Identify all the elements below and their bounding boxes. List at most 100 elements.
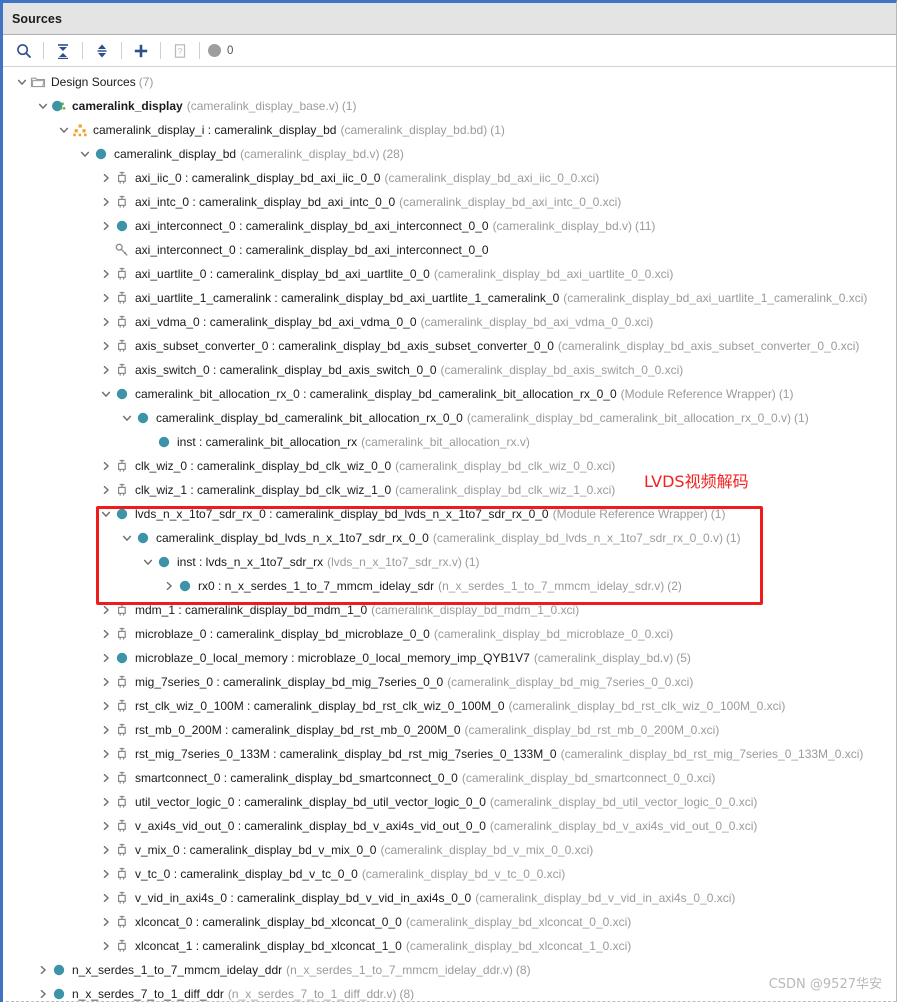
tree-row[interactable]: lvds_n_x_1to7_sdr_rx_0 : cameralink_disp…	[3, 502, 896, 526]
tree-row[interactable]: v_mix_0 : cameralink_display_bd_v_mix_0_…	[3, 838, 896, 862]
tree-row[interactable]: cameralink_display_bd_cameralink_bit_all…	[3, 406, 896, 430]
chevron-right-icon[interactable]	[36, 987, 50, 1001]
chevron-right-icon[interactable]	[99, 771, 113, 785]
chevron-right-icon[interactable]	[99, 267, 113, 281]
tree-row-source: (cameralink_display_bd_v_tc_0_0.xci)	[361, 867, 566, 881]
chevron-down-icon[interactable]	[99, 507, 113, 521]
tree-row[interactable]: axi_iic_0 : cameralink_display_bd_axi_ii…	[3, 166, 896, 190]
ip-core-icon	[113, 362, 131, 378]
search-icon[interactable]	[9, 38, 39, 64]
chevron-down-icon[interactable]	[15, 75, 29, 89]
chevron-right-icon[interactable]	[99, 651, 113, 665]
tree-row[interactable]: axi_vdma_0 : cameralink_display_bd_axi_v…	[3, 310, 896, 334]
chevron-right-icon[interactable]	[36, 963, 50, 977]
chevron-right-icon[interactable]	[99, 795, 113, 809]
tree-row[interactable]: rst_mb_0_200M : cameralink_display_bd_rs…	[3, 718, 896, 742]
tree-row[interactable]: n_x_serdes_7_to_1_diff_ddr (n_x_serdes_7_…	[3, 982, 896, 1002]
chevron-right-icon[interactable]	[99, 291, 113, 305]
tree-row[interactable]: axi_interconnect_0 : cameralink_display_…	[3, 238, 896, 262]
tree-row[interactable]: axis_subset_converter_0 : cameralink_dis…	[3, 334, 896, 358]
chevron-right-icon[interactable]	[99, 603, 113, 617]
chevron-down-icon[interactable]	[78, 147, 92, 161]
tree-row[interactable]: microblaze_0_local_memory : microblaze_0…	[3, 646, 896, 670]
tree-row-source: (cameralink_display_bd_v_axi4s_vid_out_0…	[489, 819, 758, 833]
tree-row[interactable]: v_vid_in_axi4s_0 : cameralink_display_bd…	[3, 886, 896, 910]
chevron-right-icon[interactable]	[99, 843, 113, 857]
ip-core-icon	[113, 458, 131, 474]
tree-row[interactable]: mig_7series_0 : cameralink_display_bd_mi…	[3, 670, 896, 694]
tree-row[interactable]: n_x_serdes_1_to_7_mmcm_idelay_ddr (n_x_se…	[3, 958, 896, 982]
tree-row[interactable]: Design Sources (7)	[3, 70, 896, 94]
chevron-right-icon[interactable]	[162, 579, 176, 593]
sources-tree[interactable]: Design Sources (7) cameralink_display (came…	[3, 67, 896, 1002]
tree-row[interactable]: mdm_1 : cameralink_display_bd_mdm_1_0 (ca…	[3, 598, 896, 622]
tree-row[interactable]: cameralink_display_bd_lvds_n_x_1to7_sdr_…	[3, 526, 896, 550]
tree-row[interactable]: v_axi4s_vid_out_0 : cameralink_display_b…	[3, 814, 896, 838]
chevron-right-icon[interactable]	[99, 363, 113, 377]
tree-row[interactable]: cameralink_display (cameralink_display_ba…	[3, 94, 896, 118]
ip-core-icon	[113, 266, 131, 282]
ip-core-icon	[113, 938, 131, 954]
tree-row[interactable]: rx0 : n_x_serdes_1_to_7_mmcm_idelay_sdr(…	[3, 574, 896, 598]
tree-row[interactable]: rst_clk_wiz_0_100M : cameralink_display_…	[3, 694, 896, 718]
chevron-down-icon[interactable]	[57, 123, 71, 137]
tree-row-source: (cameralink_display_bd_xlconcat_0_0.xci)	[405, 915, 632, 929]
tree-row[interactable]: axi_intc_0 : cameralink_display_bd_axi_i…	[3, 190, 896, 214]
tree-row[interactable]: axi_uartlite_0 : cameralink_display_bd_a…	[3, 262, 896, 286]
tree-row[interactable]: clk_wiz_1 : cameralink_display_bd_clk_wi…	[3, 478, 896, 502]
tree-row[interactable]: axi_interconnect_0 : cameralink_display_…	[3, 214, 896, 238]
tree-row[interactable]: axi_uartlite_1_cameralink : cameralink_d…	[3, 286, 896, 310]
chevron-right-icon[interactable]	[99, 171, 113, 185]
chevron-right-icon[interactable]	[99, 819, 113, 833]
ip-core-icon	[113, 314, 131, 330]
add-sources-icon[interactable]	[126, 38, 156, 64]
chevron-right-icon[interactable]	[99, 723, 113, 737]
chevron-down-icon[interactable]	[141, 555, 155, 569]
chevron-right-icon[interactable]	[99, 939, 113, 953]
tree-row-source: (cameralink_display_bd_xlconcat_1_0.xci)	[405, 939, 632, 953]
tree-row[interactable]: rst_mig_7series_0_133M : cameralink_disp…	[3, 742, 896, 766]
tree-row[interactable]: clk_wiz_0 : cameralink_display_bd_clk_wi…	[3, 454, 896, 478]
chevron-right-icon[interactable]	[99, 699, 113, 713]
chevron-right-icon[interactable]	[99, 339, 113, 353]
chevron-right-icon[interactable]	[99, 627, 113, 641]
toolbar-separator	[121, 42, 122, 59]
tree-row[interactable]: axis_switch_0 : cameralink_display_bd_ax…	[3, 358, 896, 382]
chevron-right-icon[interactable]	[99, 867, 113, 881]
chevron-right-icon[interactable]	[99, 459, 113, 473]
tree-row[interactable]: smartconnect_0 : cameralink_display_bd_s…	[3, 766, 896, 790]
tree-row[interactable]: microblaze_0 : cameralink_display_bd_mic…	[3, 622, 896, 646]
tree-row[interactable]: cameralink_bit_allocation_rx_0 : cameral…	[3, 382, 896, 406]
tree-row-source: (cameralink_display_bd_mdm_1_0.xci)	[371, 603, 580, 617]
chevron-down-icon[interactable]	[120, 531, 134, 545]
tree-row-label: n_x_serdes_7_to_1_diff_ddr	[72, 987, 224, 1001]
tree-row-label: rst_mb_0_200M : cameralink_display_bd_rs…	[135, 723, 461, 737]
chevron-right-icon[interactable]	[99, 195, 113, 209]
chevron-down-icon[interactable]	[36, 99, 50, 113]
chevron-right-icon[interactable]	[99, 915, 113, 929]
chevron-right-icon[interactable]	[99, 891, 113, 905]
collapse-all-icon[interactable]	[48, 38, 78, 64]
tree-row[interactable]: util_vector_logic_0 : cameralink_display…	[3, 790, 896, 814]
tree-row[interactable]: xlconcat_0 : cameralink_display_bd_xlcon…	[3, 910, 896, 934]
chevron-right-icon[interactable]	[99, 675, 113, 689]
tree-row[interactable]: v_tc_0 : cameralink_display_bd_v_tc_0_0(…	[3, 862, 896, 886]
tree-row[interactable]: cameralink_display_bd (cameralink_display…	[3, 142, 896, 166]
chevron-right-icon[interactable]	[99, 315, 113, 329]
tree-row-label: clk_wiz_0 : cameralink_display_bd_clk_wi…	[135, 459, 392, 473]
tree-row-label: rx0 : n_x_serdes_1_to_7_mmcm_idelay_sdr	[198, 579, 435, 593]
module-icon	[113, 218, 131, 234]
chevron-right-icon[interactable]	[99, 483, 113, 497]
tree-row[interactable]: xlconcat_1 : cameralink_display_bd_xlcon…	[3, 934, 896, 958]
tree-row[interactable]: inst : lvds_n_x_1to7_sdr_rx (lvds_n_x_1to…	[3, 550, 896, 574]
chevron-right-icon[interactable]	[99, 219, 113, 233]
chevron-down-icon[interactable]	[99, 387, 113, 401]
tree-row-label: xlconcat_0 : cameralink_display_bd_xlcon…	[135, 915, 402, 929]
tree-row[interactable]: inst : cameralink_bit_allocation_rx (came…	[3, 430, 896, 454]
tree-row-count: (8)	[399, 987, 415, 1001]
expand-all-icon[interactable]	[87, 38, 117, 64]
tree-row-count: (8)	[515, 963, 531, 977]
chevron-right-icon[interactable]	[99, 747, 113, 761]
tree-row[interactable]: cameralink_display_i : cameralink_displa…	[3, 118, 896, 142]
chevron-down-icon[interactable]	[120, 411, 134, 425]
